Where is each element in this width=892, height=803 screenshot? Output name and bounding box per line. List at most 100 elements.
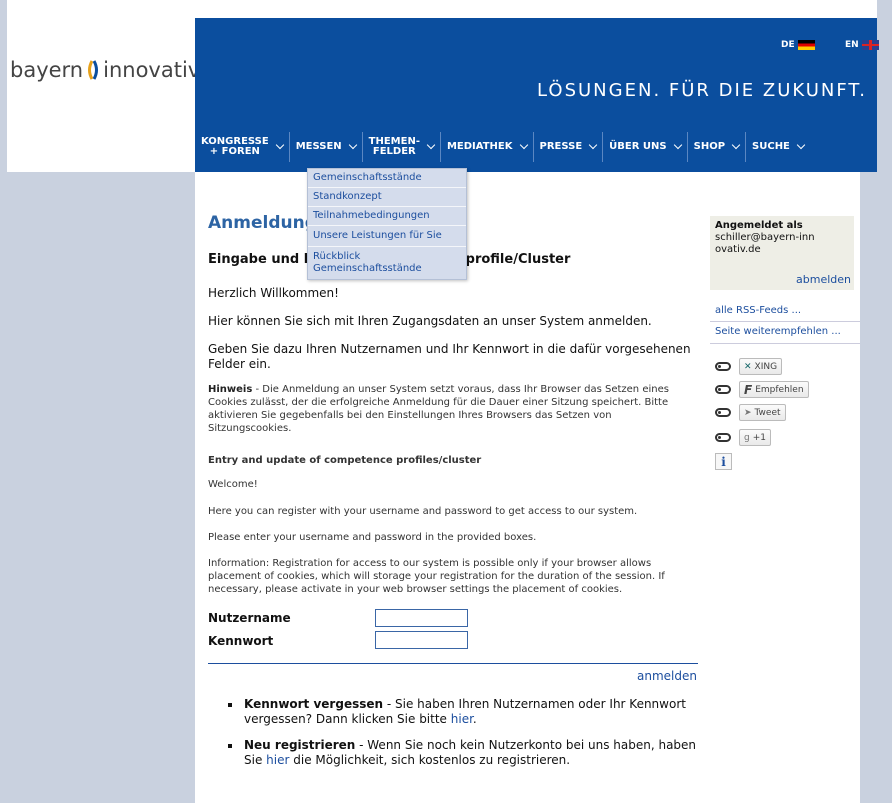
password-label: Kennwort — [208, 634, 274, 648]
recommend-page-link[interactable]: Seite weiterempfehlen ... — [715, 326, 841, 337]
language-de[interactable]: DE — [781, 40, 815, 50]
logged-in-label: Angemeldet als — [715, 220, 803, 231]
nav-suche-label: SUCHE — [752, 140, 790, 152]
twitter-tweet-button[interactable]: ➤ Tweet — [739, 404, 786, 421]
chevron-down-icon — [519, 140, 528, 150]
twitter-label: Tweet — [754, 407, 781, 418]
chevron-down-icon — [796, 140, 806, 150]
hint-body: - Die Anmeldung an unser System setzt vo… — [208, 384, 669, 434]
form-divider — [208, 663, 698, 664]
login-submit-link[interactable]: anmelden — [637, 669, 697, 683]
privacy-toggle-icon[interactable] — [715, 385, 731, 394]
hint-text-de: Hinweis - Die Anmeldung an unser System … — [208, 383, 696, 435]
english-info: Information: Registration for access to … — [208, 558, 665, 595]
facebook-icon: F — [744, 382, 753, 397]
forgot-password-link[interactable]: hier — [451, 712, 473, 726]
english-welcome: Welcome! — [208, 479, 258, 490]
uk-flag-icon — [861, 40, 879, 50]
info-icon[interactable]: i — [715, 453, 732, 470]
nav-presse[interactable]: PRESSE — [534, 132, 604, 162]
username-input[interactable] — [375, 609, 468, 627]
forgot-password-title: Kennwort vergessen — [244, 697, 384, 711]
english-enter: Please enter your username and password … — [208, 532, 537, 543]
brand-part2: innovativ — [103, 58, 201, 82]
register-item: Neu registrieren - Wenn Sie noch kein Nu… — [228, 738, 698, 768]
hint-label: Hinweis — [208, 384, 253, 395]
nav-suche[interactable]: SUCHE — [746, 132, 810, 162]
language-de-label: DE — [781, 40, 795, 50]
register-end: die Möglichkeit, sich kostenlos zu regis… — [289, 753, 571, 767]
english-title: Entry and update of competence profiles/… — [208, 455, 482, 466]
twitter-icon: ➤ — [744, 407, 752, 418]
logout-link[interactable]: abmelden — [796, 274, 851, 286]
chevron-down-icon — [588, 140, 598, 150]
brand-mark-icon — [86, 59, 100, 81]
facebook-row: F Empfehlen — [715, 381, 809, 398]
twitter-row: ➤ Tweet — [715, 404, 786, 421]
nav-themenfelder[interactable]: THEMEN- FELDER — [363, 132, 441, 162]
register-title: Neu registrieren — [244, 738, 356, 752]
password-input[interactable] — [375, 631, 468, 649]
privacy-toggle-icon[interactable] — [715, 408, 731, 417]
register-link[interactable]: hier — [266, 753, 289, 767]
nav-themenfelder-label: THEMEN- FELDER — [368, 135, 420, 157]
nav-mediathek-label: MEDIATHEK — [446, 140, 513, 152]
logo-area[interactable]: bayern innovativ — [7, 18, 200, 122]
nav-messen-label: MESSEN — [295, 140, 342, 152]
sidebar-separator — [710, 321, 860, 322]
chevron-down-icon — [275, 140, 284, 150]
xing-label: XING — [754, 361, 778, 372]
xing-row: ✕ XING — [715, 358, 783, 375]
nav-messen[interactable]: MESSEN — [290, 132, 363, 162]
main-navigation: KONGRESSE + FOREN MESSEN THEMEN- FELDER ME… — [195, 122, 877, 172]
google-row: g +1 — [715, 429, 771, 446]
privacy-toggle-icon[interactable] — [715, 433, 731, 442]
messen-dropdown-menu: Gemeinschaftsstände Standkonzept Teilnah… — [307, 168, 467, 280]
language-en-label: EN — [845, 40, 859, 50]
right-column-background — [860, 172, 877, 803]
language-en[interactable]: EN — [845, 40, 879, 50]
menu-item-standkonzept[interactable]: Standkonzept — [308, 188, 466, 207]
facebook-like-button[interactable]: F Empfehlen — [739, 381, 809, 398]
nav-shop-label: SHOP — [693, 140, 726, 152]
google-plus-button[interactable]: g +1 — [739, 429, 771, 446]
nav-ueber-uns-label: ÜBER UNS — [609, 140, 667, 152]
menu-item-unsere-leistungen[interactable]: Unsere Leistungen für Sie — [308, 226, 466, 247]
menu-item-teilnahmebedingungen[interactable]: Teilnahmebedingungen — [308, 207, 466, 226]
rss-feeds-link[interactable]: alle RSS-Feeds ... — [715, 305, 801, 316]
username-label: Nutzername — [208, 611, 291, 625]
sidebar-separator — [710, 343, 860, 344]
login-status-box: Angemeldet als schiller@bayern-innovativ… — [710, 216, 854, 290]
chevron-down-icon — [426, 140, 436, 150]
forgot-password-end: . — [472, 712, 477, 726]
enter-text-de: Geben Sie dazu Ihren Nutzernamen und Ihr… — [208, 342, 691, 371]
tagline: LÖSUNGEN. FÜR DIE ZUKUNFT. — [537, 80, 867, 101]
nav-kongresse-label: KONGRESSE + FOREN — [201, 135, 269, 157]
privacy-toggle-icon[interactable] — [715, 362, 731, 371]
nav-shop[interactable]: SHOP — [688, 132, 747, 162]
chevron-down-icon — [348, 140, 357, 150]
chevron-down-icon — [731, 140, 741, 150]
header-banner: DE EN LÖSUNGEN. FÜR DIE ZUKUNFT. — [195, 18, 879, 122]
nav-presse-label: PRESSE — [539, 140, 583, 152]
left-column-background — [7, 172, 195, 803]
german-flag-icon — [797, 40, 815, 50]
english-intro: Here you can register with your username… — [208, 506, 638, 517]
intro-text-de: Hier können Sie sich mit Ihren Zugangsda… — [208, 314, 652, 328]
brand-part1: bayern — [10, 58, 84, 82]
forgot-password-item: Kennwort vergessen - Sie haben Ihren Nut… — [228, 697, 698, 727]
nav-ueber-uns[interactable]: ÜBER UNS — [603, 132, 688, 162]
nav-mediathek[interactable]: MEDIATHEK — [441, 132, 534, 162]
menu-item-rueckblick[interactable]: Rückblick Gemeinschaftsstände — [308, 247, 466, 279]
facebook-label: Empfehlen — [755, 384, 804, 395]
logged-in-user: schiller@bayern-innovativ.de — [715, 232, 815, 255]
welcome-text-de: Herzlich Willkommen! — [208, 286, 339, 300]
page-title: Anmeldung — [208, 213, 317, 233]
google-icon: g — [744, 432, 750, 443]
xing-share-button[interactable]: ✕ XING — [739, 358, 783, 375]
right-gutter — [877, 0, 892, 803]
chevron-down-icon — [673, 140, 682, 150]
menu-item-gemeinschaftsstaende[interactable]: Gemeinschaftsstände — [308, 169, 466, 188]
brand-logo[interactable]: bayern innovativ — [10, 58, 200, 82]
nav-kongresse[interactable]: KONGRESSE + FOREN — [195, 132, 290, 162]
